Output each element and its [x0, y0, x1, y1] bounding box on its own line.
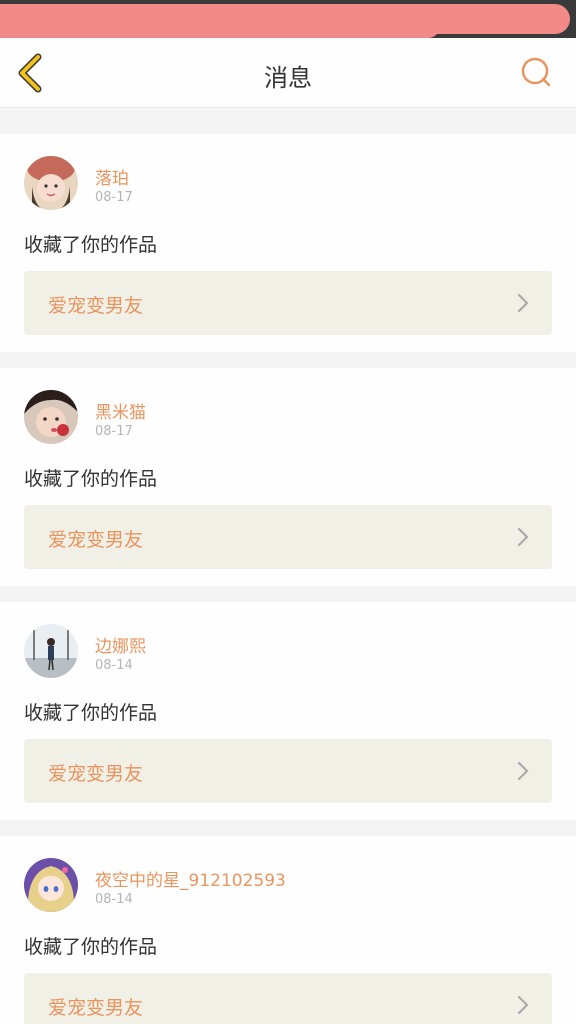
timestamp: 08-14: [95, 892, 133, 907]
chevron-right-icon: [517, 293, 529, 313]
message-card: 边娜熙 08-14 收藏了你的作品 爱宠变男友: [0, 602, 576, 820]
work-link[interactable]: 爱宠变男友: [24, 271, 552, 335]
chevron-right-icon: [517, 527, 529, 547]
work-title: 爱宠变男友: [48, 529, 144, 551]
username[interactable]: 落珀: [95, 164, 129, 189]
work-link[interactable]: 爱宠变男友: [24, 739, 552, 803]
work-link[interactable]: 爱宠变男友: [24, 505, 552, 569]
message-list: 落珀 08-17 收藏了你的作品 爱宠变男友 黑米猫 08-17 收藏了你的作品…: [0, 118, 576, 1024]
header: 消息: [0, 38, 576, 108]
action-text: 收藏了你的作品: [24, 936, 158, 958]
work-title: 爱宠变男友: [48, 763, 144, 785]
avatar[interactable]: [24, 156, 78, 210]
message-card: 黑米猫 08-17 收藏了你的作品 爱宠变男友: [0, 368, 576, 586]
work-title: 爱宠变男友: [48, 295, 144, 317]
timestamp: 08-17: [95, 424, 133, 439]
page-title: 消息: [264, 64, 312, 92]
username[interactable]: 黑米猫: [95, 398, 146, 423]
message-card: 夜空中的星_912102593 08-14 收藏了你的作品 爱宠变男友: [0, 836, 576, 1024]
avatar[interactable]: [24, 390, 78, 444]
timestamp: 08-14: [95, 658, 133, 673]
action-text: 收藏了你的作品: [24, 468, 158, 490]
work-title: 爱宠变男友: [48, 997, 144, 1019]
search-button[interactable]: [518, 54, 556, 92]
avatar[interactable]: [24, 624, 78, 678]
action-text: 收藏了你的作品: [24, 702, 158, 724]
work-link[interactable]: 爱宠变男友: [24, 973, 552, 1024]
status-bar: [0, 0, 576, 38]
username[interactable]: 边娜熙: [95, 632, 146, 657]
chevron-right-icon: [517, 995, 529, 1015]
username[interactable]: 夜空中的星_912102593: [95, 866, 286, 891]
avatar[interactable]: [24, 858, 78, 912]
chevron-right-icon: [517, 761, 529, 781]
search-icon: [521, 57, 551, 87]
action-text: 收藏了你的作品: [24, 234, 158, 256]
redacted-status-area-lower: [0, 14, 440, 38]
timestamp: 08-17: [95, 190, 133, 205]
message-card: 落珀 08-17 收藏了你的作品 爱宠变男友: [0, 134, 576, 352]
